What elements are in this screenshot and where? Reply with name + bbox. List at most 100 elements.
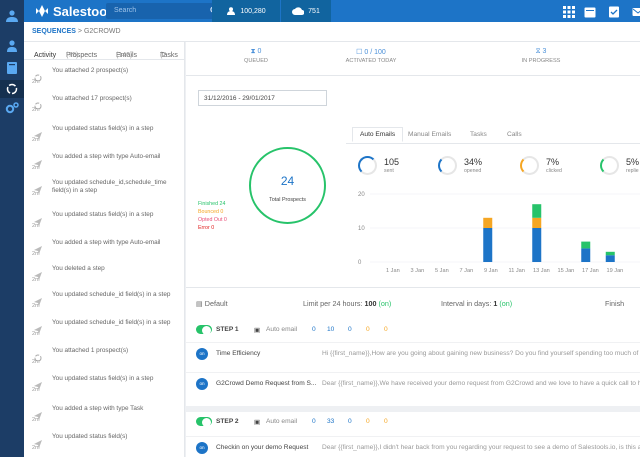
step-2-label: STEP 2 [216,418,239,425]
total-prospects-ring: 24 Total Prospects [249,147,326,224]
activity-text: You updated schedule_id,schedule_time fi… [52,179,167,194]
breadcrumb-current: G2CROWD [83,28,121,35]
activity-text: You updated status field(s) [52,433,128,440]
send-icon [34,321,42,334]
activity-item: 2m You updated status field(s) in a step [24,124,185,152]
tab-calls[interactable]: Calls [507,131,522,138]
activity-time: 2m [32,387,40,393]
send-icon [34,241,42,254]
activity-text: You added a step with type Auto-email [52,153,161,160]
logo-icon [36,5,48,17]
stat-clicked-value: 7% [546,157,560,167]
x-tick-label: 5 Jan [435,268,449,274]
chart-bar [581,248,591,262]
search-placeholder: Search [114,7,137,14]
activity-item: 2m You updated schedule_id field(s) in a … [24,290,185,318]
activity-time: 2m [32,417,40,423]
stat-clicked-label: clicked [546,168,562,174]
activity-text: You added a step with type Task [52,405,144,412]
date-range-picker[interactable]: 31/12/2016 - 29/01/2017 [198,90,327,106]
limit-setting[interactable]: Limit per 24 hours: 100 (on) [303,299,391,308]
activity-text: You attached 17 prospect(s) [52,95,132,102]
activity-item: 2m You updated schedule_id,schedule_time … [24,178,185,206]
step-1-count-4: 0 [384,326,388,333]
x-tick-label: 15 Jan [558,268,575,274]
user-icon[interactable] [4,38,20,54]
users-icon[interactable] [4,8,20,24]
mail-type-icon: ▣ [254,327,261,334]
activity-time: 2m [32,331,40,337]
breadcrumb: SEQUENCES > G2CROWD [24,22,640,42]
step-2-count-0: 0 [312,418,316,425]
kpi-activated-value: 0 / 100 [364,49,386,56]
activity-text: You updated schedule_id field(s) in a st… [52,319,171,326]
sequences-icon[interactable] [0,80,24,98]
send-icon [34,213,42,226]
sent-emails-chart: 0 10 20 1 Jan 3 Jan 5 Jan 7 Jan 9 Jan 11 Jan 13 J… [358,192,640,274]
book-icon[interactable] [4,60,20,76]
tab-manual-emails[interactable]: Manual Emails [408,131,451,138]
calendar-icon[interactable] [584,5,596,18]
on-badge: on [196,378,208,390]
step-2: STEP 2 ▣ Auto email 0 33 0 0 0 on Checki… [186,412,640,457]
finish-setting[interactable]: Finish [605,299,624,308]
activity-item: 2m You attached 17 prospect(s) [24,94,185,122]
activity-time: 2m [32,165,40,171]
legend-bounced: Bounced 0 [198,209,224,215]
interval-setting[interactable]: Interval in days: 1 (on) [441,299,512,308]
step-2-email-1[interactable]: on Checkin on your demo Request Dear {{f… [186,436,640,457]
kpi-activated: ☐ 0 / 100 ACTIVATED TODAY [301,48,441,64]
step-2-toggle[interactable] [196,417,212,427]
activity-item: 2m You updated status field(s) in a step [24,210,185,238]
cloud-stat[interactable]: 751 [281,0,331,22]
kpi-queued-label: QUEUED [244,58,268,64]
step-1-toggle[interactable] [196,325,212,335]
tab-prospects-count: (75) [66,52,79,59]
mail-icon[interactable] [632,5,640,17]
activity-text: You attached 2 prospect(s) [52,67,129,74]
step-2-count-2: 0 [348,418,352,425]
mail-type-icon: ▣ [254,419,261,426]
tab-auto-emails[interactable]: Auto Emails [352,127,404,142]
main-content: ⧗ 0 QUEUED ☐ 0 / 100 ACTIVATED TODAY ⧖ 3… [186,42,640,457]
contacts-stat[interactable]: 100,280 [212,0,280,22]
settings-icon[interactable] [4,100,20,116]
stat-sent-value: 105 [384,157,400,167]
step-1-type: Auto email [266,326,298,333]
limit-status: (on) [378,299,392,308]
settings-row: ▤ Default Limit per 24 hours: 100 (on) I… [186,294,640,312]
step-1-email-1[interactable]: on Time Efficiency Hi {{first_name}},How… [186,342,640,364]
activity-item: 2m You updated status field(s) in a step [24,374,185,402]
step-1-email-2[interactable]: on G2Crowd Demo Request from S... Dear {… [186,372,640,394]
email-preview: Dear {{first_name}},We have received you… [322,380,640,387]
on-badge: on [196,348,208,360]
kpi-bar: ⧗ 0 QUEUED ☐ 0 / 100 ACTIVATED TODAY ⧖ 3… [186,42,640,76]
email-subject: Time Efficiency [216,350,261,357]
interval-label: Interval in days: [441,299,492,308]
x-tick-label: 13 Jan [533,268,550,274]
step-1-count-1: 10 [327,326,335,333]
step-2-count-3: 0 [366,418,370,425]
breadcrumb-sequences-link[interactable]: SEQUENCES [32,28,76,35]
step-2-count-4: 0 [384,418,388,425]
activity-item: 2m You added a step with type Task [24,404,185,432]
chart-bar [532,228,542,262]
chart-bar [532,204,542,218]
app-sidebar [0,0,24,457]
activity-text: You added a step with type Auto-email [52,239,161,246]
step-2-header: STEP 2 ▣ Auto email 0 33 0 0 0 [186,412,640,432]
stat-sent-label: sent [384,168,394,174]
contacts-icon [227,7,236,15]
tasks-icon[interactable] [608,5,620,18]
default-schedule[interactable]: ▤ Default [196,299,228,308]
tab-tasks-mail[interactable]: Tasks [470,131,487,138]
replied-ring-icon [600,156,619,175]
breadcrumb-separator: > [77,28,83,35]
chart-bar [605,255,615,262]
chart-bar [483,217,493,228]
interval-value: 1 [493,299,498,308]
apps-grid-icon[interactable] [563,5,575,18]
stat-opened-label: opened [464,168,482,174]
activity-time: 2m [32,359,40,365]
search-input[interactable]: Search [106,3,224,19]
